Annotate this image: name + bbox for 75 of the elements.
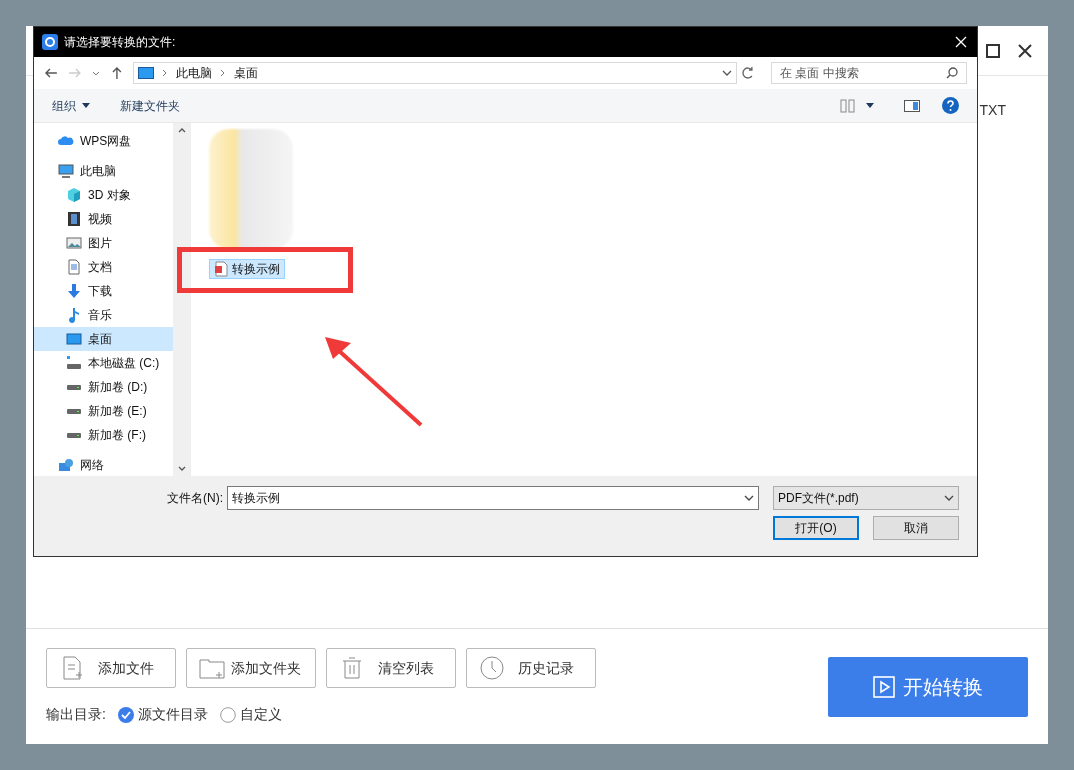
sidebar-item[interactable]: 音乐 — [34, 303, 173, 327]
close-icon[interactable] — [1018, 43, 1032, 58]
dialog-button[interactable]: 取消 — [873, 516, 959, 540]
toolbar-button[interactable]: 添加文件夹 — [186, 648, 316, 688]
sidebar-item[interactable]: 新加卷 (D:) — [34, 375, 173, 399]
sidebar-item[interactable]: 文档 — [34, 255, 173, 279]
chevron-up-icon — [177, 127, 186, 133]
drive-icon — [66, 431, 82, 439]
desktop-icon — [138, 67, 155, 79]
app-logo-icon — [42, 34, 58, 50]
document-icon — [66, 259, 82, 275]
chevron-right-icon — [162, 69, 169, 77]
radio-option[interactable]: 自定义 — [219, 704, 282, 725]
toolbar-button[interactable]: 添加文件 — [46, 648, 176, 688]
sidebar-item[interactable]: 图片 — [34, 231, 173, 255]
filename-field[interactable]: 转换示例 — [227, 486, 759, 510]
preview-pane-icon[interactable] — [904, 99, 920, 112]
network-icon — [58, 457, 74, 473]
play-icon — [873, 675, 895, 698]
film-icon — [66, 211, 82, 227]
tab-label[interactable]: TXT — [979, 99, 1006, 121]
back-arrow-icon[interactable] — [44, 66, 58, 80]
drive-icon — [66, 407, 82, 415]
new-folder-button[interactable]: 新建文件夹 — [120, 96, 180, 115]
dialog-button[interactable]: 打开(O) — [773, 516, 859, 540]
breadcrumb-item[interactable]: 此电脑 — [176, 64, 213, 82]
up-arrow-icon[interactable] — [109, 66, 124, 80]
computer-icon — [58, 163, 74, 179]
address-bar[interactable]: 此电脑 桌面 — [133, 62, 738, 84]
sidebar-item[interactable]: 桌面 — [34, 327, 173, 351]
sidebar-item[interactable]: 网络 — [34, 453, 173, 477]
search-input[interactable]: 在 桌面 中搜索 — [779, 64, 946, 82]
chevron-down-icon — [744, 494, 754, 502]
caret-icon — [82, 103, 90, 108]
toolbar-button[interactable]: 清空列表 — [326, 648, 456, 688]
toolbar-button[interactable]: 历史记录 — [466, 648, 596, 688]
music-note-icon — [66, 307, 82, 323]
sidebar-item[interactable]: 下载 — [34, 279, 173, 303]
sidebar-item[interactable]: 3D 对象 — [34, 183, 173, 207]
maximize-icon[interactable] — [986, 43, 1000, 58]
filename-label: 文件名(N): — [167, 490, 223, 507]
scrollbar[interactable] — [173, 123, 190, 476]
sidebar-item[interactable]: 视频 — [34, 207, 173, 231]
clock-icon — [479, 655, 505, 681]
output-label: 输出目录: — [46, 705, 106, 724]
sidebar-item[interactable]: 新加卷 (E:) — [34, 399, 173, 423]
sidebar-item[interactable]: 新加卷 (F:) — [34, 423, 173, 447]
cube-icon — [66, 187, 82, 203]
chevron-down-icon — [177, 466, 186, 472]
dialog-title: 请选择要转换的文件: — [64, 34, 177, 51]
chevron-down-icon[interactable] — [91, 69, 100, 77]
sidebar-item[interactable]: WPS网盘 — [34, 129, 173, 153]
filename-input[interactable]: 转换示例 — [232, 489, 744, 507]
picture-icon — [66, 235, 82, 251]
chevron-right-icon — [220, 69, 227, 77]
file-type-dropdown[interactable]: PDF文件(*.pdf) — [773, 486, 959, 510]
down-arrow-icon — [66, 283, 82, 299]
search-icon — [946, 67, 958, 79]
sidebar-item[interactable]: 此电脑 — [34, 159, 173, 183]
refresh-icon[interactable] — [741, 66, 755, 80]
organize-menu[interactable]: 组织 — [52, 96, 90, 115]
search-field[interactable]: 在 桌面 中搜索 — [770, 62, 967, 84]
sidebar-item[interactable]: 本地磁盘 (C:) — [34, 351, 173, 375]
start-button[interactable]: 开始转换 — [828, 656, 1028, 717]
desktop-icon — [66, 331, 82, 347]
drive-icon — [66, 355, 82, 371]
file-item[interactable]: 转换示例 — [209, 259, 285, 279]
help-icon[interactable] — [942, 97, 959, 114]
pdf-file-icon — [214, 261, 228, 277]
chevron-down-icon — [944, 494, 954, 502]
caret-icon[interactable] — [866, 103, 874, 108]
radio-option[interactable]: 源文件目录 — [117, 704, 208, 725]
breadcrumb-item[interactable]: 桌面 — [234, 64, 259, 82]
drive-icon — [66, 383, 82, 391]
chevron-down-icon[interactable] — [722, 69, 733, 77]
